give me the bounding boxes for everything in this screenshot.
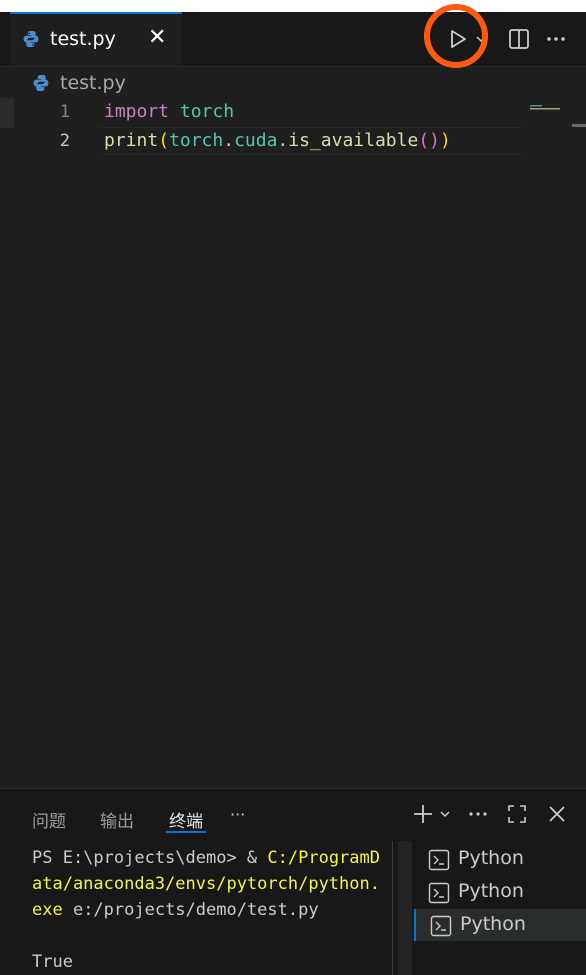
line-number: 1 — [59, 102, 70, 122]
paren: ( — [418, 130, 430, 151]
terminal-list-item-active[interactable]: Python — [414, 909, 586, 941]
line-number: 2 — [59, 131, 70, 151]
terminal-list-item[interactable]: Python — [414, 843, 586, 875]
module-torch: torch — [169, 130, 224, 151]
terminal-prompt: PS E:\projects\demo> & — [32, 848, 268, 868]
module-cuda: cuda — [234, 130, 278, 151]
terminal-list-label: Python — [458, 880, 524, 902]
python-icon — [22, 30, 40, 52]
function-is-available: is_available — [288, 130, 419, 151]
dot: . — [223, 130, 235, 151]
terminal-icon — [428, 882, 450, 908]
code-line-2[interactable]: print(torch.cuda.is_available()) — [104, 130, 451, 151]
terminal-scrollbar[interactable] — [398, 841, 412, 975]
more-icon — [544, 37, 572, 58]
bottom-panel: 问题 输出 终端 ··· PS E:\projects\demo> & C:/P… — [0, 788, 586, 975]
keyword-import: import — [104, 101, 170, 122]
terminal-list-item[interactable]: Python — [414, 876, 586, 908]
editor-tab-bar: test.py ✕ — [0, 12, 586, 67]
close-icon — [549, 806, 565, 822]
more-icon — [469, 812, 487, 816]
active-tab-indicator — [166, 831, 206, 833]
maximize-panel-button[interactable] — [506, 803, 528, 830]
tab-terminal[interactable]: 终端 — [169, 807, 203, 832]
gutter-marker — [0, 98, 14, 128]
chevron-down-icon — [440, 811, 450, 818]
code-line-1[interactable]: import torch — [104, 101, 234, 122]
dot: . — [277, 130, 289, 151]
python-icon — [32, 74, 50, 96]
more-actions-button[interactable] — [544, 24, 572, 54]
new-terminal-button[interactable] — [412, 803, 434, 830]
terminal-icon — [430, 915, 452, 941]
breadcrumb-filename: test.py — [60, 72, 126, 94]
editor-tab-test-py[interactable]: test.py ✕ — [10, 12, 182, 66]
paren: ( — [158, 130, 170, 151]
function-print: print — [104, 130, 159, 151]
terminal-icon — [428, 849, 450, 875]
split-editor-button[interactable] — [506, 24, 534, 54]
terminal-dropdown-button[interactable] — [438, 803, 452, 830]
paren: ) — [429, 130, 440, 151]
terminal-output[interactable]: PS E:\projects\demo> & C:/ProgramData/an… — [32, 845, 388, 975]
plus-icon — [414, 805, 432, 823]
terminal-arg: e:/projects/demo/test.py — [62, 900, 319, 920]
minimap[interactable] — [530, 98, 564, 110]
close-panel-button[interactable] — [546, 803, 568, 830]
maximize-icon — [508, 805, 526, 823]
panel-more-icon[interactable]: ··· — [230, 805, 245, 824]
highlight-circle-annotation — [424, 4, 488, 68]
terminal-divider — [392, 841, 393, 975]
terminal-list-label: Python — [460, 913, 526, 935]
module-torch: torch — [179, 101, 235, 122]
split-editor-icon — [506, 29, 534, 58]
terminal-more-button[interactable] — [466, 803, 490, 830]
editor-scrollbar-marker[interactable] — [572, 124, 586, 127]
terminal-result: True — [32, 952, 73, 972]
window-top-strip — [0, 0, 586, 12]
terminal-list-label: Python — [458, 847, 524, 869]
close-icon[interactable]: ✕ — [148, 25, 166, 50]
tab-output[interactable]: 输出 — [100, 807, 134, 832]
code-editor[interactable]: 1 2 import torch print(torch.cuda.is_ava… — [0, 98, 586, 788]
paren: ) — [440, 130, 451, 151]
tab-problems[interactable]: 问题 — [32, 807, 66, 832]
tab-label: test.py — [50, 28, 116, 50]
